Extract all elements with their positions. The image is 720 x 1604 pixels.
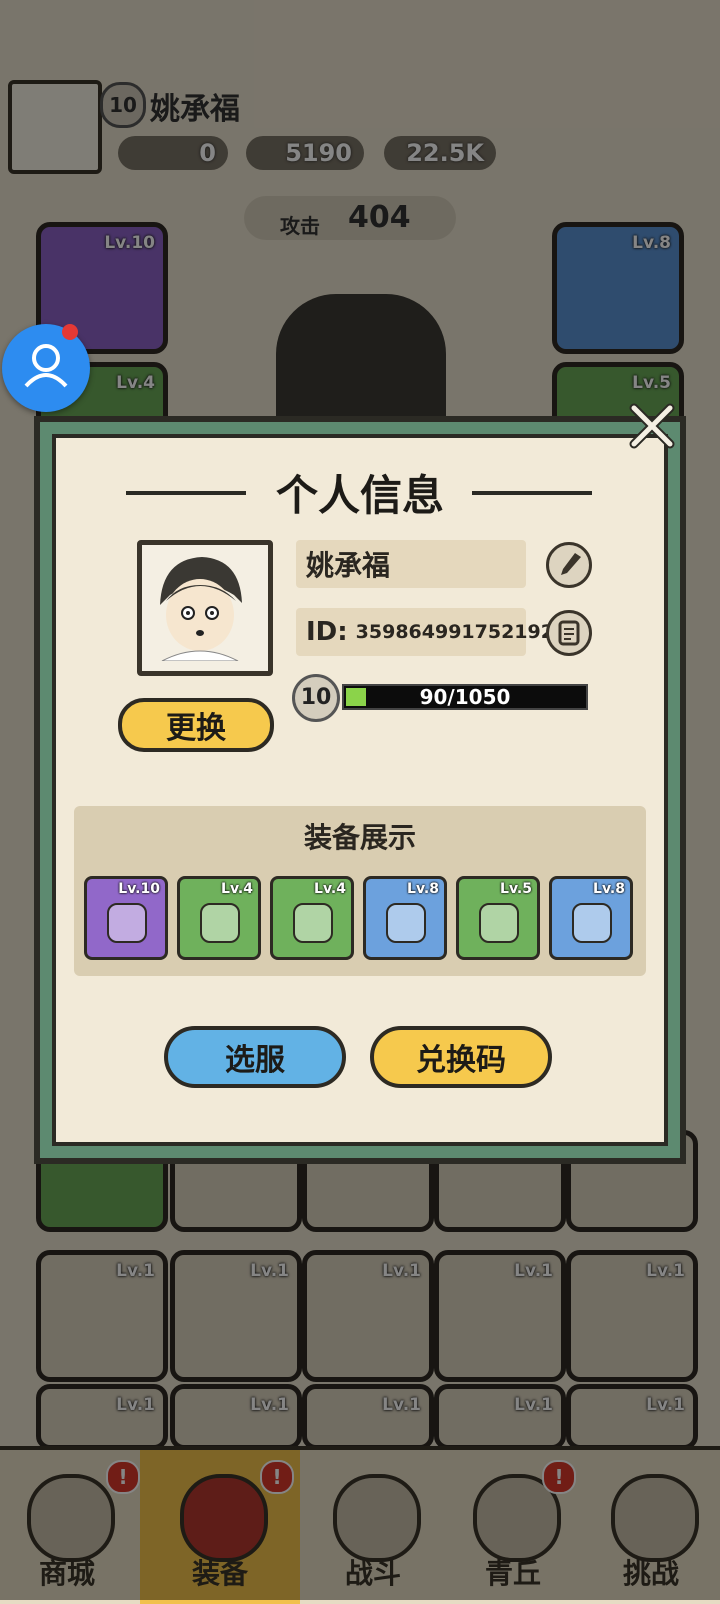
copy-icon bbox=[558, 620, 580, 646]
equipment-slot-level: Lv.8 bbox=[593, 881, 625, 897]
edit-name-button[interactable] bbox=[546, 542, 592, 588]
equipment-showcase-panel: 装备展示 Lv.10 Lv.4 Lv.4 Lv.8 Lv.5 Lv.8 bbox=[74, 806, 646, 976]
player-id-field: ID: 359864991752192 bbox=[296, 608, 554, 656]
equipment-slot[interactable]: Lv.10 bbox=[84, 876, 168, 960]
exp-bar-text: 90/1050 bbox=[419, 685, 511, 709]
equipment-slot[interactable]: Lv.8 bbox=[549, 876, 633, 960]
redeem-code-button[interactable]: 兑换码 bbox=[370, 1026, 552, 1088]
close-dialog-button[interactable] bbox=[626, 400, 678, 452]
armor-icon bbox=[200, 903, 240, 943]
close-icon bbox=[629, 403, 675, 449]
equipment-slot-level: Lv.4 bbox=[314, 881, 346, 897]
equipment-slot-level: Lv.10 bbox=[118, 881, 160, 897]
player-name-field: 姚承福 bbox=[296, 540, 526, 588]
bow-icon bbox=[107, 903, 147, 943]
title-decoration-right bbox=[472, 491, 592, 495]
select-server-button[interactable]: 选服 bbox=[164, 1026, 346, 1088]
player-id-label: ID: bbox=[306, 617, 348, 647]
player-id-value: 359864991752192 bbox=[355, 621, 554, 643]
character-portrait-icon bbox=[142, 545, 258, 662]
equipment-slot[interactable]: Lv.5 bbox=[456, 876, 540, 960]
level-badge: 10 bbox=[292, 674, 340, 722]
amulet-icon bbox=[572, 903, 612, 943]
equipment-slot[interactable]: Lv.8 bbox=[363, 876, 447, 960]
user-icon bbox=[24, 344, 68, 388]
notification-dot bbox=[62, 324, 78, 340]
boots-icon bbox=[479, 903, 519, 943]
cape-icon bbox=[293, 903, 333, 943]
ring-icon bbox=[386, 903, 426, 943]
profile-dialog: 个人信息 姚承福 ID: 359864991752192 10 90/1050 … bbox=[34, 416, 686, 1164]
equipment-slot[interactable]: Lv.4 bbox=[270, 876, 354, 960]
change-avatar-button[interactable]: 更换 bbox=[118, 698, 274, 752]
exp-bar: 90/1050 bbox=[342, 684, 588, 710]
equipment-showcase-title: 装备展示 bbox=[303, 821, 416, 854]
player-name: 姚承福 bbox=[306, 549, 391, 582]
equipment-slot-level: Lv.8 bbox=[407, 881, 439, 897]
account-float-button[interactable] bbox=[2, 324, 90, 412]
brush-icon bbox=[561, 553, 581, 575]
profile-avatar[interactable] bbox=[137, 540, 273, 676]
equipment-slot[interactable]: Lv.4 bbox=[177, 876, 261, 960]
copy-id-button[interactable] bbox=[546, 610, 592, 656]
equipment-slot-level: Lv.4 bbox=[221, 881, 253, 897]
equipment-slot-level: Lv.5 bbox=[500, 881, 532, 897]
